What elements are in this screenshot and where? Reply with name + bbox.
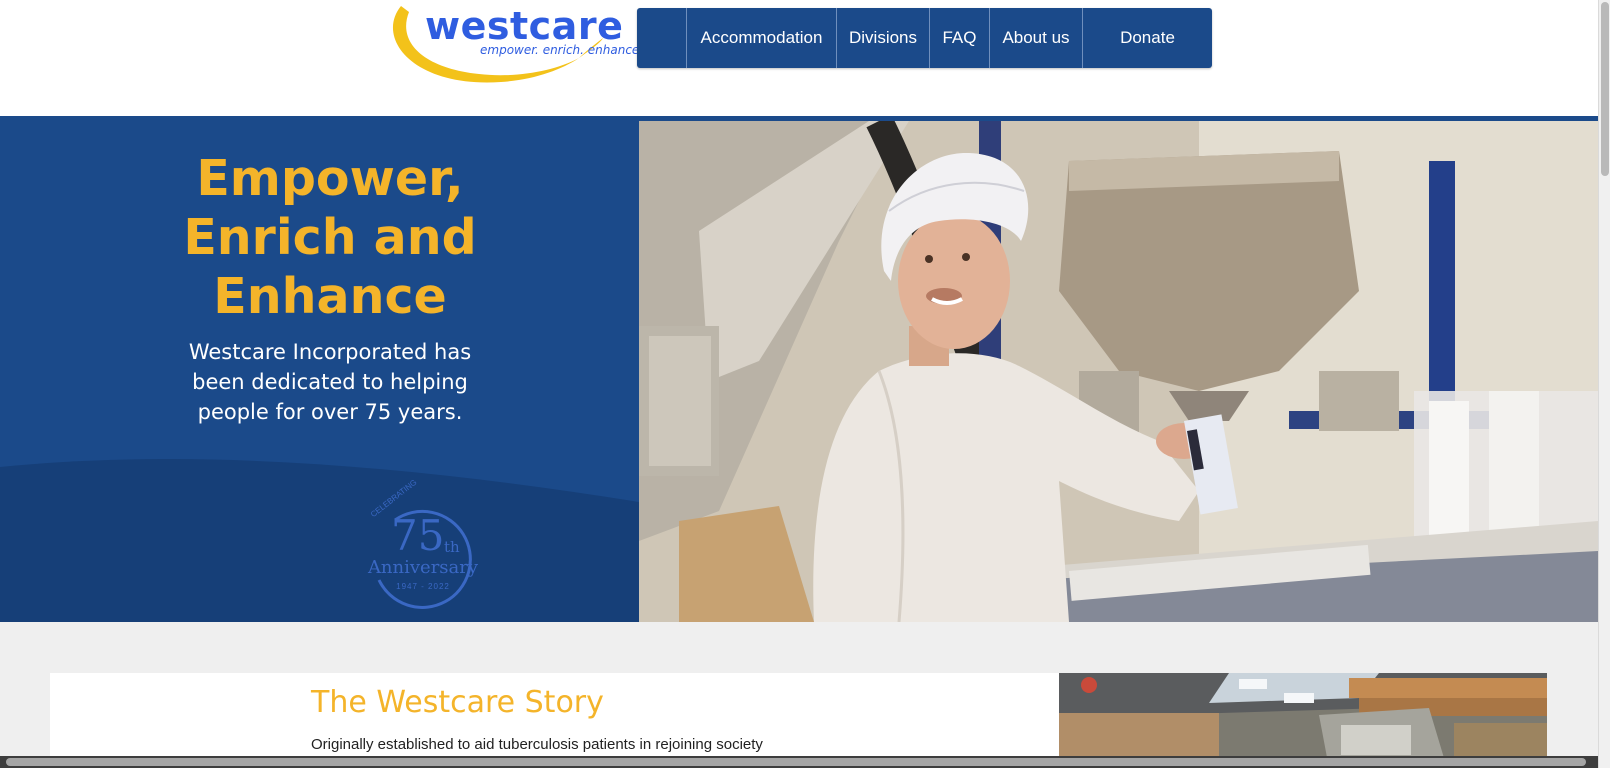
vertical-scrollbar-thumb[interactable] bbox=[1601, 2, 1609, 176]
hero-section: Empower, Enrich and Enhance Westcare Inc… bbox=[0, 117, 1598, 622]
hero-title-line: Empower, bbox=[196, 150, 464, 207]
nav-item-accommodation[interactable]: Accommodation bbox=[687, 8, 837, 68]
hero-photo-worker bbox=[639, 121, 1598, 622]
hero-text-panel: Empower, Enrich and Enhance Westcare Inc… bbox=[0, 117, 639, 622]
badge-suffix: th bbox=[444, 538, 460, 556]
hero-subtitle-line: been dedicated to helping bbox=[192, 370, 468, 394]
vertical-scrollbar[interactable] bbox=[1598, 0, 1610, 768]
nav-item-donate[interactable]: Donate bbox=[1083, 8, 1212, 68]
logo-wordmark: westcare bbox=[425, 4, 624, 48]
hero-title-line: Enhance bbox=[213, 268, 447, 325]
hero-subtitle-line: people for over 75 years. bbox=[197, 400, 463, 424]
horizontal-scrollbar-thumb[interactable] bbox=[6, 758, 1586, 766]
anniversary-badge: CELEBRATING 75 th Anniversary 1947 - 202… bbox=[365, 478, 481, 618]
badge-years-text: 1947 - 2022 bbox=[396, 582, 450, 591]
page: westcare empower. enrich. enhance. Accom… bbox=[0, 0, 1610, 768]
hero-subtitle-line: Westcare Incorporated has bbox=[188, 340, 472, 364]
nav-item-home[interactable] bbox=[637, 8, 687, 68]
badge-anniversary-text: Anniversary bbox=[367, 557, 479, 578]
story-text: Originally established to aid tuberculos… bbox=[311, 736, 763, 753]
site-header: westcare empower. enrich. enhance. Accom… bbox=[0, 0, 1598, 117]
main-navigation: Accommodation Divisions FAQ About us Don… bbox=[637, 8, 1212, 68]
westcare-logo[interactable]: westcare empower. enrich. enhance. bbox=[383, 0, 643, 86]
horizontal-scrollbar[interactable] bbox=[0, 756, 1598, 768]
story-title: The Westcare Story bbox=[311, 685, 604, 720]
nav-item-divisions[interactable]: Divisions bbox=[837, 8, 930, 68]
nav-item-about-us[interactable]: About us bbox=[990, 8, 1083, 68]
story-photo-illustration bbox=[1059, 673, 1547, 768]
hero-photo-illustration bbox=[639, 121, 1598, 622]
hero-title-line: Enrich and bbox=[183, 209, 477, 266]
story-section: The Westcare Story Originally establishe… bbox=[0, 622, 1598, 768]
badge-number: 75 bbox=[391, 511, 445, 560]
hero-subtitle: Westcare Incorporated has been dedicated… bbox=[175, 337, 485, 427]
logo-tagline: empower. enrich. enhance. bbox=[480, 43, 644, 57]
nav-item-faq[interactable]: FAQ bbox=[930, 8, 990, 68]
story-photo-warehouse bbox=[1059, 673, 1547, 768]
hero-title: Empower, Enrich and Enhance bbox=[160, 149, 500, 326]
story-card: The Westcare Story Originally establishe… bbox=[50, 673, 1059, 768]
